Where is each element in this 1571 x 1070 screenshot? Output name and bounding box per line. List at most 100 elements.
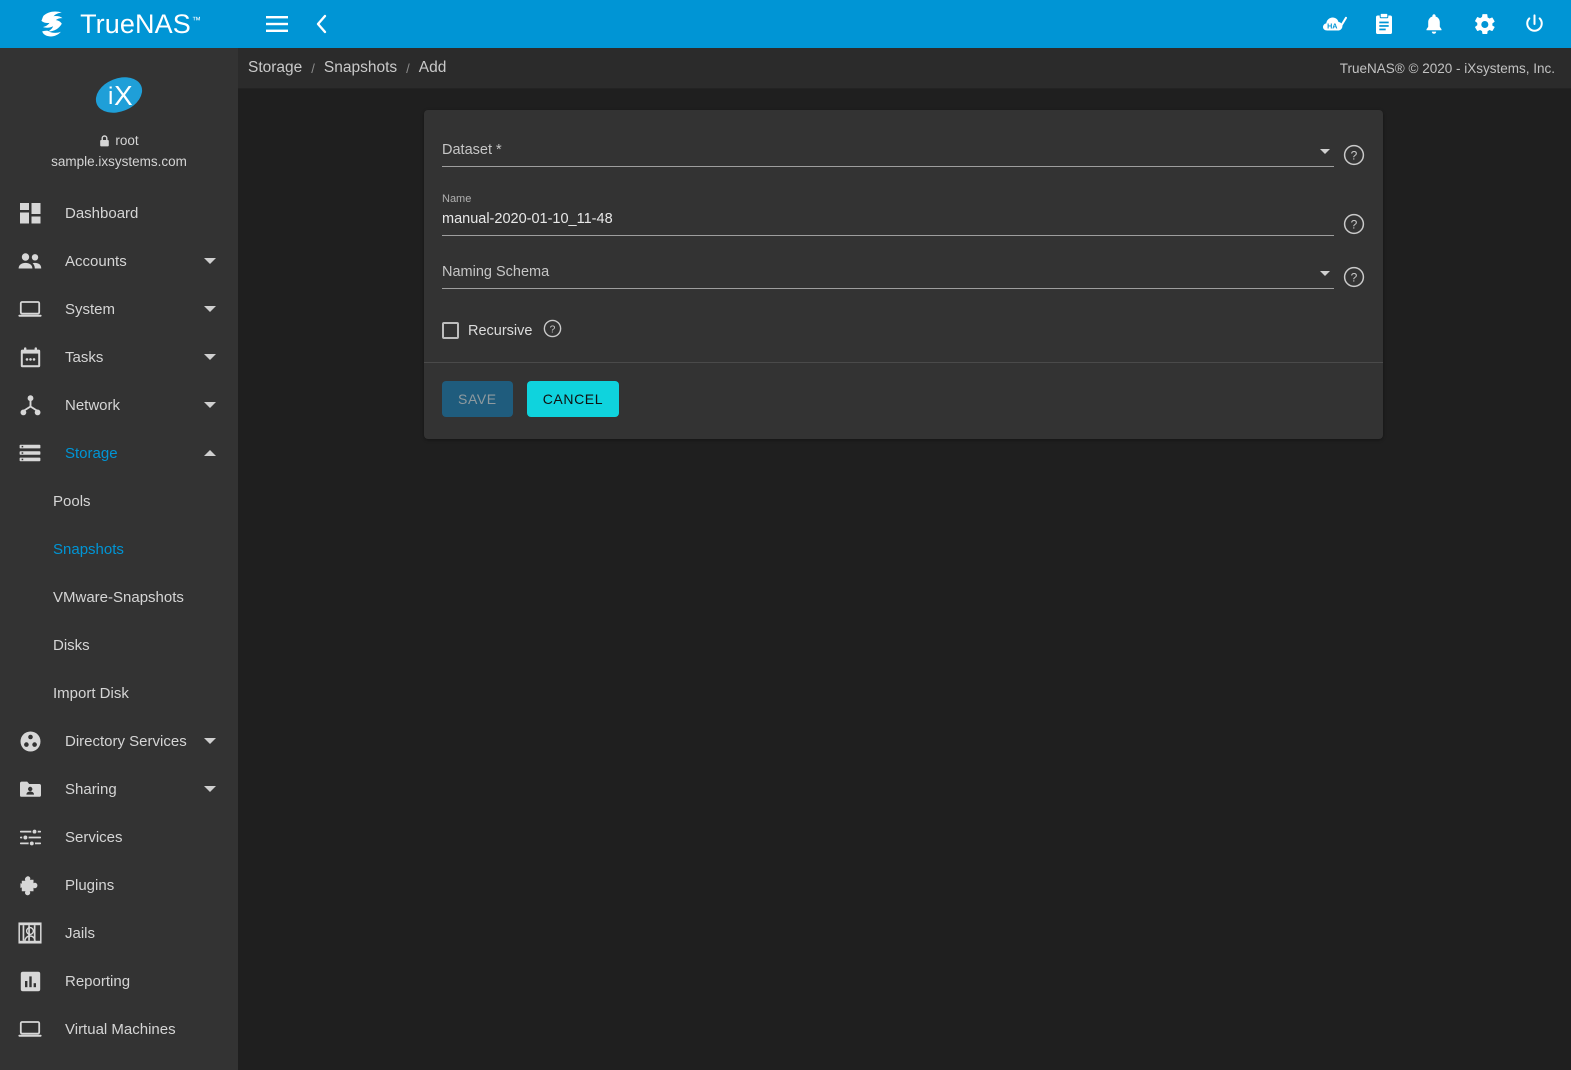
reporting-chart-icon — [12, 971, 48, 992]
virtual-machines-monitor-icon — [12, 1020, 48, 1038]
name-label: Name — [442, 193, 472, 205]
sidebar-subitem-label: VMware-Snapshots — [53, 588, 184, 606]
breadcrumb: Storage / Snapshots / Add — [248, 59, 446, 77]
storage-server-icon — [12, 444, 48, 462]
breadcrumb-bar: Storage / Snapshots / Add TrueNAS® © 202… — [238, 48, 1571, 89]
name-input[interactable]: Name manual-2020-01-10_11-48 — [442, 193, 1334, 236]
breadcrumb-item-add: Add — [418, 59, 447, 76]
jobs-clipboard-icon[interactable] — [1369, 9, 1399, 39]
sidebar-item-accounts[interactable]: Accounts — [0, 237, 238, 285]
sidebar-item-dashboard[interactable]: Dashboard — [0, 189, 238, 237]
chevron-down-icon[interactable] — [204, 354, 216, 360]
recursive-field: Recursive ? — [442, 315, 1365, 354]
recursive-checkbox[interactable] — [442, 322, 459, 339]
system-laptop-icon — [12, 300, 48, 318]
sidebar-subitem-snapshots[interactable]: Snapshots — [0, 525, 238, 573]
sidebar-subitem-label: Disks — [53, 636, 90, 654]
chevron-down-icon[interactable] — [204, 402, 216, 408]
sidebar-item-system[interactable]: System — [0, 285, 238, 333]
sidebar-item-label: Virtual Machines — [65, 1020, 176, 1038]
sidebar-subitem-label: Import Disk — [53, 684, 129, 702]
sidebar-hostname: sample.ixsystems.com — [51, 154, 187, 169]
save-button[interactable]: SAVE — [442, 381, 513, 417]
sidebar-item-storage[interactable]: Storage — [0, 429, 238, 477]
cancel-button[interactable]: CANCEL — [526, 381, 620, 417]
svg-text:?: ? — [1351, 271, 1358, 285]
breadcrumb-item-snapshots[interactable]: Snapshots — [324, 59, 397, 77]
jails-icon — [12, 922, 48, 944]
settings-gear-icon[interactable] — [1469, 9, 1499, 39]
sidebar-item-network[interactable]: Network — [0, 381, 238, 429]
chevron-left-icon[interactable] — [306, 9, 336, 39]
naming-schema-select[interactable]: Naming Schema — [442, 262, 1334, 289]
dataset-select[interactable]: Dataset * — [442, 140, 1334, 167]
svg-text:?: ? — [1351, 218, 1358, 232]
svg-text:i: i — [108, 83, 113, 110]
chevron-down-icon[interactable] — [204, 258, 216, 264]
help-circle-icon[interactable]: ? — [1343, 213, 1365, 235]
main-content: Storage / Snapshots / Add TrueNAS® © 202… — [238, 48, 1571, 1070]
dataset-label: Dataset * — [442, 142, 502, 158]
brand-logo-block[interactable]: TrueNAS™ — [0, 0, 238, 48]
network-nodes-icon — [12, 394, 48, 416]
svg-text:X: X — [114, 80, 133, 111]
sidebar-item-label: Tasks — [65, 348, 104, 366]
sidebar-subitem-vmware-snapshots[interactable]: VMware-Snapshots — [0, 573, 238, 621]
sidebar-item-reporting[interactable]: Reporting — [0, 957, 238, 1005]
sidebar-nav: Dashboard Accounts System Tasks Network … — [0, 183, 238, 1053]
add-snapshot-form-card: Dataset * ? Name manual-2020-01-10_11-48 — [424, 110, 1383, 439]
notifications-bell-icon[interactable] — [1419, 9, 1449, 39]
chevron-down-icon[interactable] — [204, 738, 216, 744]
services-sliders-icon — [12, 827, 48, 847]
sidebar-subitem-disks[interactable]: Disks — [0, 621, 238, 669]
svg-text:HA: HA — [1327, 21, 1337, 30]
dashboard-grid-icon — [12, 202, 48, 224]
sidebar-item-directory-services[interactable]: Directory Services — [0, 717, 238, 765]
name-field: Name manual-2020-01-10_11-48 ? — [442, 193, 1365, 258]
brand-title: TrueNAS™ — [80, 8, 201, 39]
help-circle-icon[interactable]: ? — [543, 319, 565, 341]
sidebar-item-label: Storage — [65, 444, 118, 462]
directory-services-icon — [12, 731, 48, 752]
sidebar-item-virtual-machines[interactable]: Virtual Machines — [0, 1005, 238, 1053]
sidebar-subitem-label: Snapshots — [53, 540, 124, 558]
chevron-up-icon[interactable] — [204, 450, 216, 456]
top-app-bar: TrueNAS™ HA — [0, 0, 1571, 48]
svg-text:?: ? — [550, 324, 556, 335]
sidebar-item-label: Dashboard — [65, 204, 139, 222]
sidebar-username: root — [115, 133, 139, 148]
form-fields: Dataset * ? Name manual-2020-01-10_11-48 — [424, 110, 1383, 362]
sidebar-subitem-label: Pools — [53, 492, 91, 510]
sidebar-item-jails[interactable]: Jails — [0, 909, 238, 957]
sidebar-subitem-import-disk[interactable]: Import Disk — [0, 669, 238, 717]
sidebar-item-plugins[interactable]: Plugins — [0, 861, 238, 909]
copyright-text: TrueNAS® © 2020 - iXsystems, Inc. — [1339, 60, 1555, 76]
chevron-down-icon[interactable] — [204, 786, 216, 792]
ha-status-icon[interactable]: HA — [1319, 9, 1349, 39]
dropdown-arrow-icon[interactable] — [1320, 271, 1330, 276]
sidebar-subitem-pools[interactable]: Pools — [0, 477, 238, 525]
truenas-logo-icon — [37, 8, 71, 40]
name-value: manual-2020-01-10_11-48 — [442, 211, 613, 227]
sidebar-item-label: Services — [65, 828, 123, 846]
naming-schema-label: Naming Schema — [442, 264, 550, 280]
sidebar-item-label: Accounts — [65, 252, 127, 270]
chevron-down-icon[interactable] — [204, 306, 216, 312]
sidebar-item-label: Sharing — [65, 780, 117, 798]
dropdown-arrow-icon[interactable] — [1320, 149, 1330, 154]
lock-icon — [99, 134, 110, 147]
help-circle-icon[interactable]: ? — [1343, 144, 1365, 166]
sidebar-item-services[interactable]: Services — [0, 813, 238, 861]
power-icon[interactable] — [1519, 9, 1549, 39]
hamburger-menu-icon[interactable] — [262, 9, 292, 39]
sidebar-item-sharing[interactable]: Sharing — [0, 765, 238, 813]
accounts-people-icon — [12, 252, 48, 270]
sidebar-item-label: System — [65, 300, 116, 318]
help-circle-icon[interactable]: ? — [1343, 266, 1365, 288]
breadcrumb-item-storage[interactable]: Storage — [248, 59, 302, 77]
sidebar-item-tasks[interactable]: Tasks — [0, 333, 238, 381]
sidebar-item-label: Reporting — [65, 972, 131, 990]
tasks-calendar-icon — [12, 346, 48, 368]
topbar-left-actions — [238, 9, 336, 39]
dataset-field: Dataset * ? — [442, 140, 1365, 189]
